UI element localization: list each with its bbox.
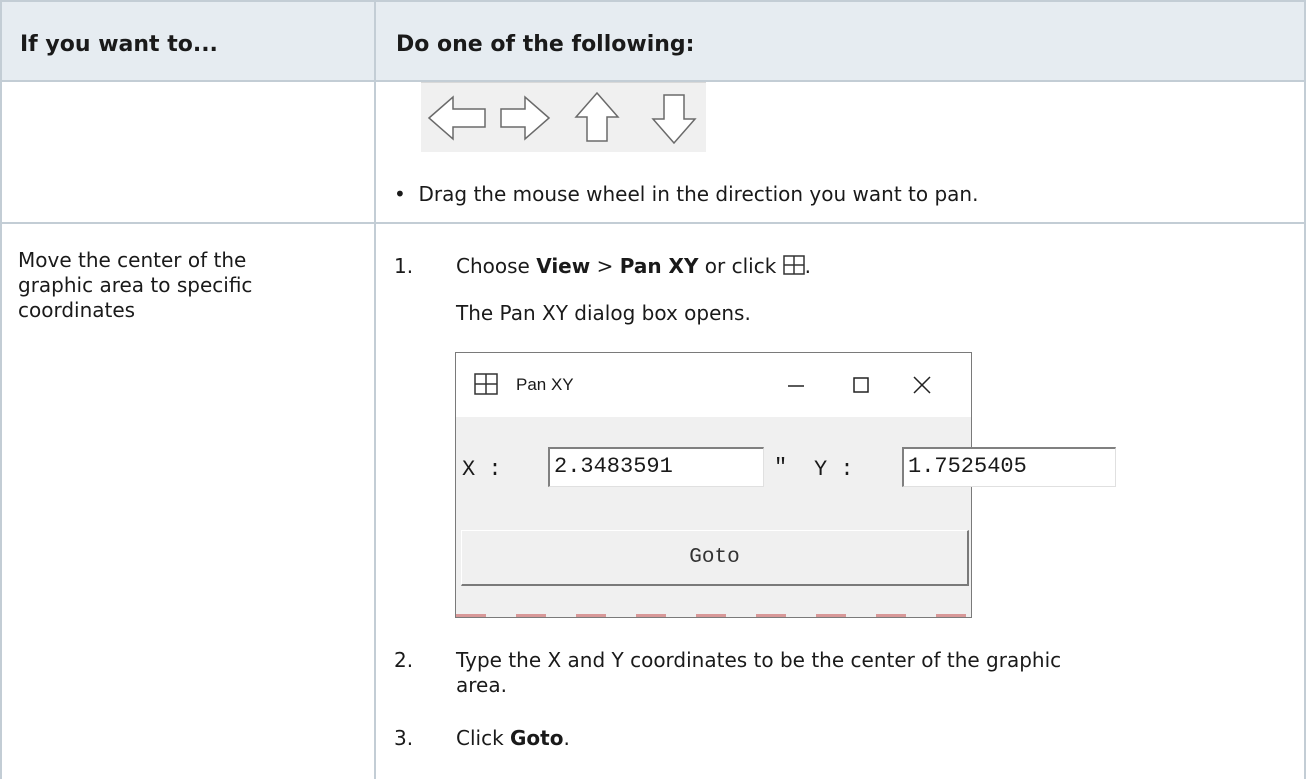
step-1-view: View <box>536 254 591 278</box>
pan-xy-dialog: Pan XY X : 2.3483591 " Y : 1.7525405 " G… <box>455 352 1116 618</box>
bullet-dot: • <box>394 182 419 206</box>
goto-button[interactable]: Goto <box>461 530 969 586</box>
up-arrow-icon <box>574 91 620 142</box>
step-3-end: . <box>563 726 570 750</box>
step-1-sep: > <box>590 254 620 278</box>
maximize-button[interactable] <box>840 367 880 403</box>
step-3-text: Click Goto. <box>456 726 570 751</box>
x-coordinate-input[interactable]: 2.3483591 <box>548 447 764 487</box>
minimize-button[interactable] <box>776 367 816 403</box>
step-2-number: 2. <box>394 648 414 672</box>
step-1-pre: Choose <box>456 254 537 278</box>
dialog-title: Pan XY <box>516 375 574 394</box>
y-label: Y : <box>814 457 854 482</box>
x-label: X : <box>462 457 502 482</box>
bullet-item: • Drag the mouse wheel in the direction … <box>394 182 978 207</box>
dialog-bottom-edge <box>456 614 971 617</box>
step-1-result: The Pan XY dialog box opens. <box>456 301 751 325</box>
step-2-line2: area. <box>456 673 507 697</box>
step-3-pre: Click <box>456 726 511 750</box>
row2-description-line1: Move the center of the <box>18 248 247 272</box>
header-col2: Do one of the following: <box>396 32 695 57</box>
step-3-goto: Goto <box>510 726 564 750</box>
down-arrow-icon <box>651 94 697 145</box>
right-arrow-icon <box>500 95 551 141</box>
row2-description-line3: coordinates <box>18 298 136 322</box>
step-1-end: . <box>804 254 812 278</box>
pan-instructions-table: If you want to... Do one of the followin… <box>0 0 1306 779</box>
pan-arrows-image <box>421 82 706 152</box>
close-button[interactable] <box>902 367 942 403</box>
pan-xy-icon <box>474 373 498 395</box>
dialog-titlebar: Pan XY <box>456 353 971 417</box>
step-3-number: 3. <box>394 726 414 750</box>
step-1-text: Choose View > Pan XY or click . <box>456 254 811 279</box>
pan-xy-icon[interactable] <box>782 255 805 275</box>
x-unit: " <box>774 455 788 480</box>
step-2-line1: Type the X and Y coordinates to be the c… <box>456 648 1062 672</box>
step-1-panxy: Pan XY <box>619 254 699 278</box>
step-1-number: 1. <box>394 254 414 278</box>
table-header: If you want to... Do one of the followin… <box>2 2 1304 82</box>
bullet-text-main: Drag the mouse wheel in the direction yo… <box>418 182 979 206</box>
y-coordinate-input[interactable]: 1.7525405 <box>902 447 1116 487</box>
left-arrow-icon <box>427 95 486 141</box>
step-1-post: or click <box>698 254 783 278</box>
row2-description-line2: graphic area to specific <box>18 273 253 297</box>
header-col1: If you want to... <box>20 32 218 57</box>
